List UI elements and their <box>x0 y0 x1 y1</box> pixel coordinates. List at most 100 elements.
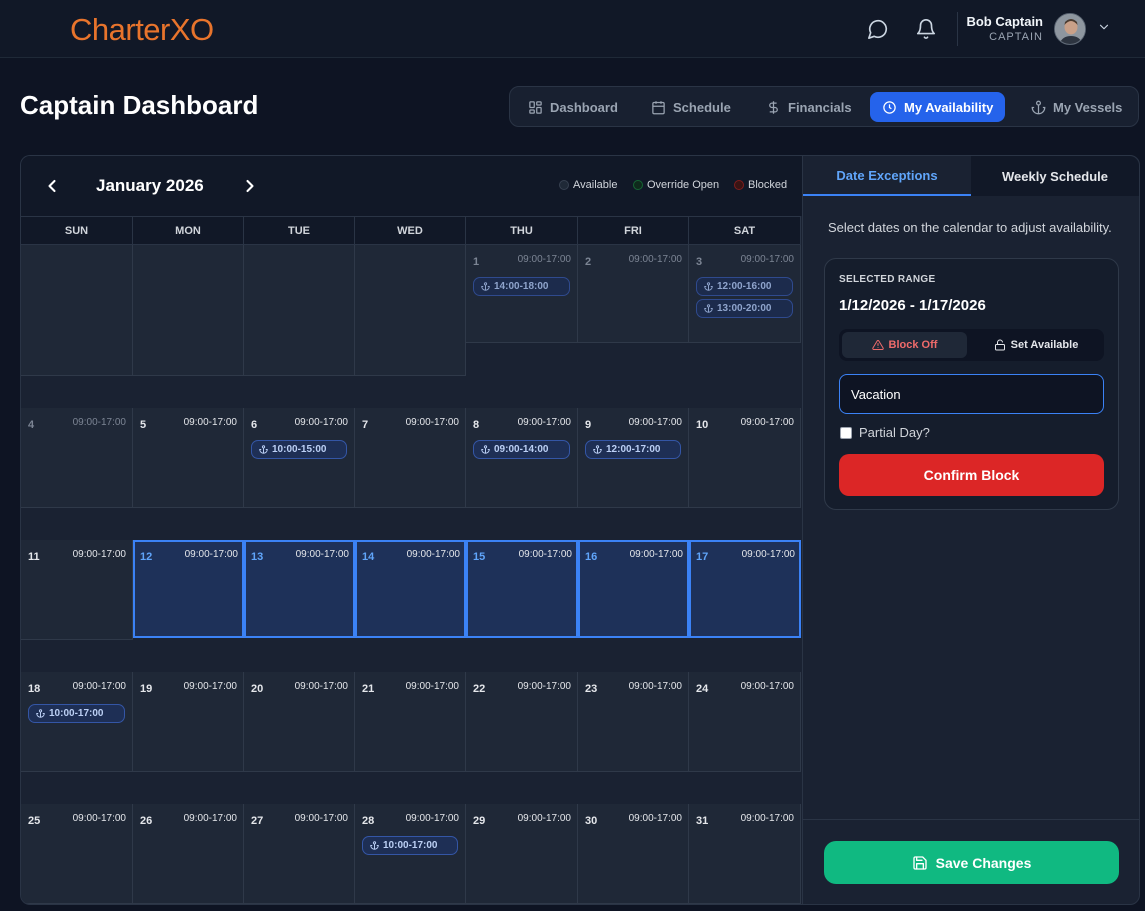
tab-dashboard[interactable]: Dashboard <box>516 92 630 122</box>
day-cell[interactable]: 31 09:00-17:00 <box>689 804 801 904</box>
tab-weekly-schedule[interactable]: Weekly Schedule <box>971 156 1139 196</box>
divider <box>957 12 958 46</box>
tab-my-availability[interactable]: My Availability <box>870 92 1006 122</box>
booking-chip[interactable]: 10:00-15:00 <box>251 440 347 459</box>
logo-text: Charter <box>70 12 170 47</box>
booking-chip[interactable]: 09:00-14:00 <box>473 440 570 459</box>
selected-range-label: SELECTED RANGE <box>839 274 936 285</box>
day-cell[interactable]: 18 09:00-17:00 10:00-17:00 <box>21 672 133 772</box>
day-number: 27 <box>251 815 264 827</box>
day-cell[interactable]: 29 09:00-17:00 <box>466 804 578 904</box>
chevron-down-icon[interactable] <box>1097 20 1111 34</box>
day-number: 26 <box>140 815 153 827</box>
booking-chip[interactable]: 10:00-17:00 <box>28 704 125 723</box>
booking-chip[interactable]: 12:00-17:00 <box>585 440 681 459</box>
avatar[interactable] <box>1054 13 1086 45</box>
day-hours: 09:00-17:00 <box>72 417 126 428</box>
selected-day-cell[interactable]: 13 09:00-17:00 <box>244 540 355 638</box>
selected-day-cell[interactable]: 17 09:00-17:00 <box>689 540 801 638</box>
tab-my-vessels[interactable]: My Vessels <box>1019 92 1134 122</box>
day-hours: 09:00-17:00 <box>517 254 571 265</box>
legend-available: Available <box>559 179 617 191</box>
day-cell[interactable]: 21 09:00-17:00 <box>355 672 466 772</box>
selected-day-cell[interactable]: 15 09:00-17:00 <box>466 540 578 638</box>
partial-day-label[interactable]: Partial Day? <box>859 425 930 440</box>
selected-day-cell[interactable]: 14 09:00-17:00 <box>355 540 466 638</box>
day-cell[interactable]: 3 09:00-17:00 12:00-16:00 13:00-20:00 <box>689 245 801 343</box>
next-month-button[interactable] <box>240 176 260 196</box>
booking-time: 14:00-18:00 <box>494 281 549 292</box>
day-cell[interactable]: 4 09:00-17:00 <box>21 408 133 508</box>
day-cell[interactable]: 9 09:00-17:00 12:00-17:00 <box>578 408 689 508</box>
day-hours: 09:00-17:00 <box>629 549 683 560</box>
selected-day-cell[interactable]: 16 09:00-17:00 <box>578 540 689 638</box>
side-panel: Date Exceptions Weekly Schedule Select d… <box>802 155 1140 905</box>
day-hours: 09:00-17:00 <box>628 813 682 824</box>
save-changes-label: Save Changes <box>935 854 1032 871</box>
day-cell[interactable]: 1 09:00-17:00 14:00-18:00 <box>466 245 578 343</box>
day-cell[interactable]: 7 09:00-17:00 <box>355 408 466 508</box>
day-cell[interactable]: 25 09:00-17:00 <box>21 804 133 904</box>
partial-day-checkbox[interactable] <box>840 427 852 439</box>
day-number: 23 <box>585 683 598 695</box>
brand-logo[interactable]: CharterXO <box>70 10 214 50</box>
day-hours: 09:00-17:00 <box>517 417 571 428</box>
block-off-button[interactable]: Block Off <box>842 332 967 358</box>
booking-chip[interactable]: 13:00-20:00 <box>696 299 793 318</box>
day-cell[interactable]: 10 09:00-17:00 <box>689 408 801 508</box>
day-hours: 09:00-17:00 <box>740 254 794 265</box>
day-cell[interactable]: 26 09:00-17:00 <box>133 804 244 904</box>
day-number: 15 <box>473 551 486 563</box>
empty-day-cell <box>21 245 133 376</box>
booking-chip[interactable]: 12:00-16:00 <box>696 277 793 296</box>
anchor-icon <box>704 304 713 313</box>
set-available-button[interactable]: Set Available <box>971 332 1101 358</box>
selected-range-value: 1/12/2026 - 1/17/2026 <box>839 297 986 314</box>
selected-day-cell[interactable]: 12 09:00-17:00 <box>133 540 244 638</box>
booking-time: 10:00-15:00 <box>272 444 327 455</box>
prev-month-button[interactable] <box>42 176 62 196</box>
booking-chip[interactable]: 10:00-17:00 <box>362 836 458 855</box>
weekday-header: FRI <box>578 216 689 245</box>
day-number: 17 <box>696 551 709 563</box>
day-hours: 09:00-17:00 <box>295 549 349 560</box>
weekday-header: SAT <box>689 216 801 245</box>
bell-icon[interactable] <box>915 18 937 40</box>
day-cell[interactable]: 6 09:00-17:00 10:00-15:00 <box>244 408 355 508</box>
day-number: 14 <box>362 551 375 563</box>
tab-date-exceptions[interactable]: Date Exceptions <box>803 156 971 196</box>
day-cell[interactable]: 28 09:00-17:00 10:00-17:00 <box>355 804 466 904</box>
anchor-icon <box>704 282 713 291</box>
anchor-icon <box>593 445 602 454</box>
day-cell[interactable]: 8 09:00-17:00 09:00-14:00 <box>466 408 578 508</box>
anchor-icon <box>370 841 379 850</box>
day-cell[interactable]: 24 09:00-17:00 <box>689 672 801 772</box>
day-cell[interactable]: 22 09:00-17:00 <box>466 672 578 772</box>
weekday-header: WED <box>355 216 466 245</box>
confirm-block-button[interactable]: Confirm Block <box>839 454 1104 496</box>
day-cell[interactable]: 11 09:00-17:00 <box>21 540 133 640</box>
booking-time: 10:00-17:00 <box>383 840 438 851</box>
legend-override-open: Override Open <box>633 179 719 191</box>
day-cell[interactable]: 2 09:00-17:00 <box>578 245 689 343</box>
tab-label: My Vessels <box>1053 99 1123 115</box>
save-changes-button[interactable]: Save Changes <box>824 841 1119 884</box>
block-off-label: Block Off <box>888 339 938 351</box>
day-cell[interactable]: 27 09:00-17:00 <box>244 804 355 904</box>
chat-icon[interactable] <box>867 18 889 40</box>
day-cell[interactable]: 5 09:00-17:00 <box>133 408 244 508</box>
tab-schedule[interactable]: Schedule <box>639 92 743 122</box>
reason-input[interactable] <box>839 374 1104 414</box>
day-cell[interactable]: 30 09:00-17:00 <box>578 804 689 904</box>
booking-time: 13:00-20:00 <box>717 303 772 314</box>
booking-chip[interactable]: 14:00-18:00 <box>473 277 570 296</box>
day-cell[interactable]: 20 09:00-17:00 <box>244 672 355 772</box>
legend-label: Blocked <box>748 179 788 191</box>
day-hours: 09:00-17:00 <box>740 813 794 824</box>
nav-tabs: Dashboard Schedule Financials My Availab… <box>509 86 1139 127</box>
legend-dot <box>559 180 569 190</box>
day-cell[interactable]: 23 09:00-17:00 <box>578 672 689 772</box>
tab-financials[interactable]: Financials <box>754 92 864 122</box>
day-cell[interactable]: 19 09:00-17:00 <box>133 672 244 772</box>
anchor-icon <box>481 445 490 454</box>
